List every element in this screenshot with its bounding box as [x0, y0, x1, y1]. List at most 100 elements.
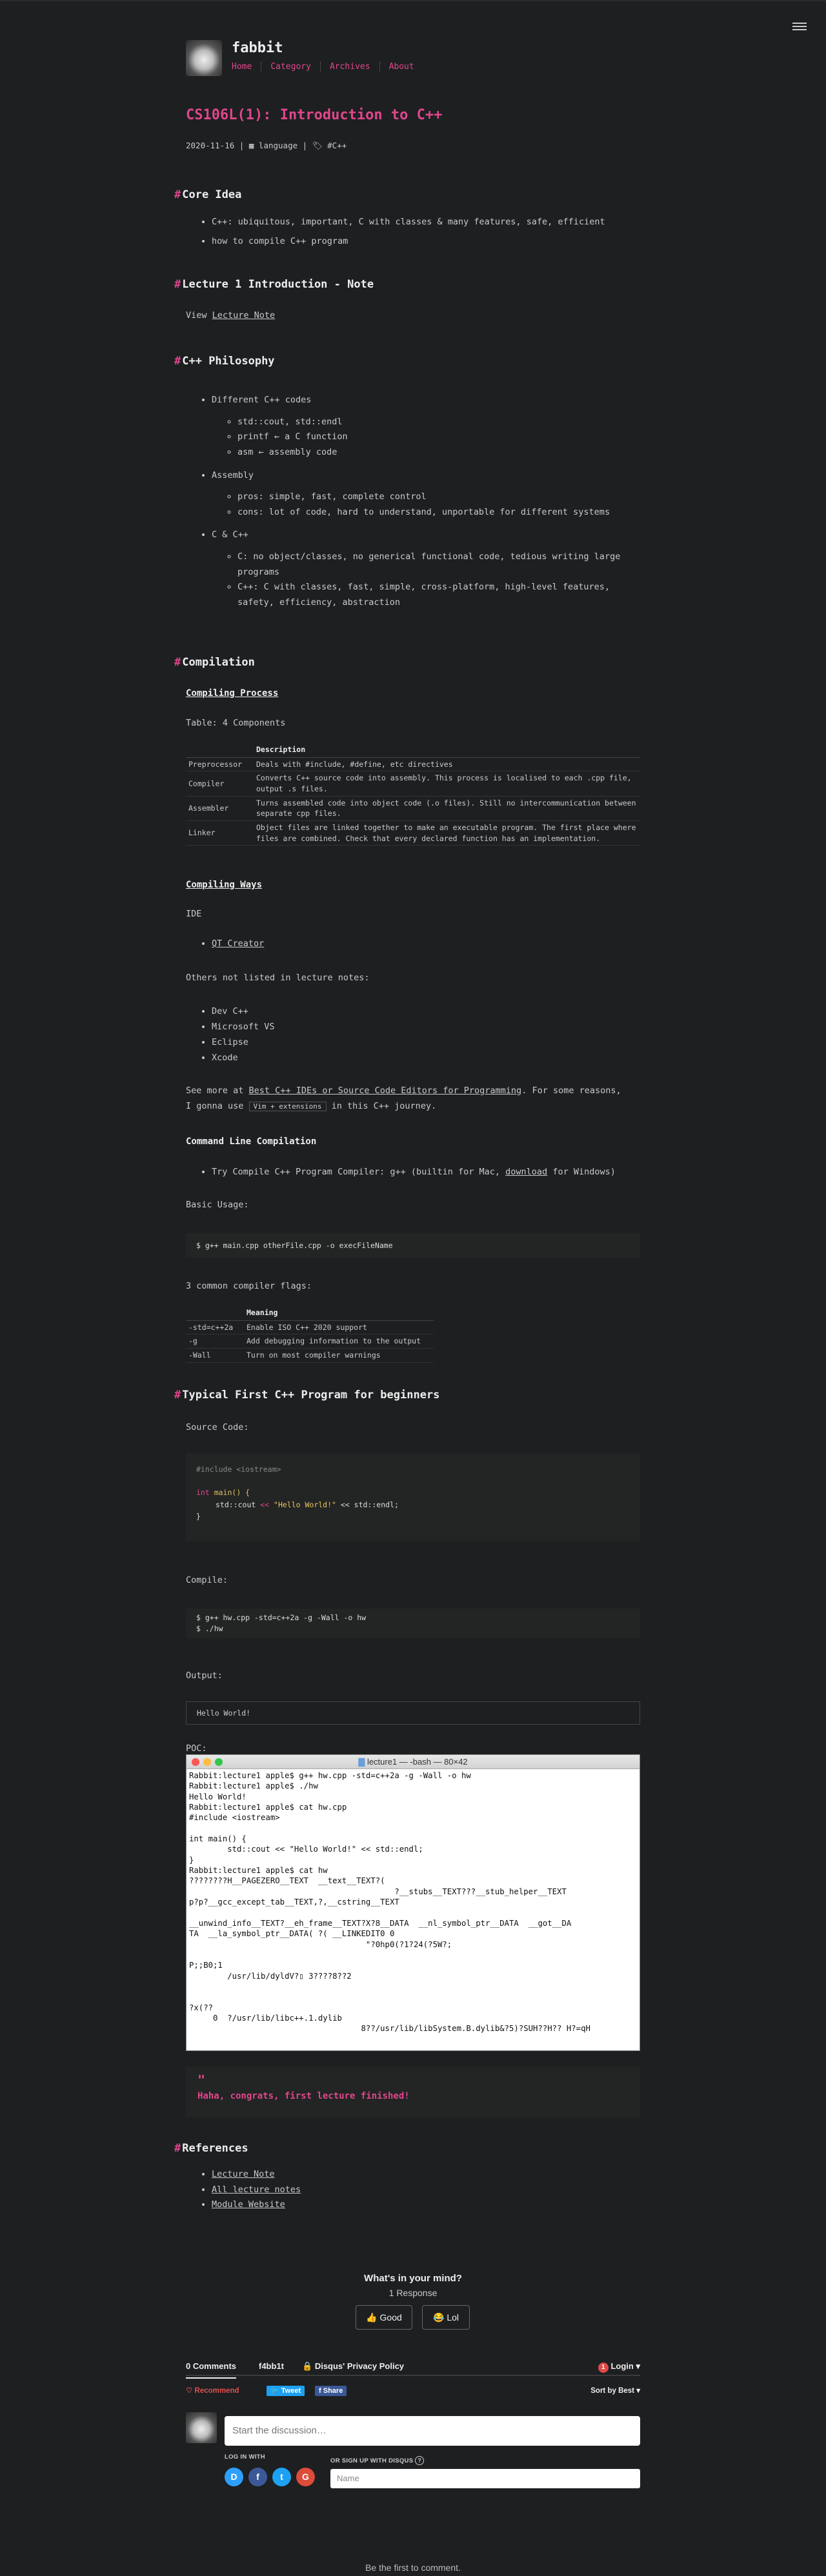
terminal-line: std::cout << "Hello World!" << std::endl…: [189, 1845, 423, 1854]
google-login-icon[interactable]: G: [296, 2468, 315, 2486]
cmdline-heading: Command Line Compilation: [186, 1136, 317, 1147]
anchor-hash[interactable]: #: [174, 1389, 181, 1402]
terminal-title: ▇ lecture1 — -bash — 80×42: [358, 1757, 468, 1767]
tab-comments[interactable]: 0 Comments: [186, 2359, 237, 2379]
meta-separator: |: [302, 141, 312, 150]
anchor-hash[interactable]: #: [174, 188, 181, 201]
terminal-line: Rabbit:lecture1 apple$ cat hw: [189, 1866, 328, 1876]
anchor-hash[interactable]: #: [174, 355, 181, 368]
table-row: -std=c++2a Enable ISO C++ 2020 support: [186, 1320, 434, 1335]
name-field[interactable]: Name: [330, 2469, 640, 2488]
reaction-good-button[interactable]: 👍 Good: [356, 2305, 412, 2330]
flags-caption: 3 common compiler flags:: [186, 1281, 312, 1291]
comment-input[interactable]: Start the discussion…: [225, 2416, 640, 2446]
recommend-button[interactable]: ♡ Recommend: [186, 2385, 239, 2398]
nav-about[interactable]: About: [379, 62, 423, 72]
list-item: printf ← a C function: [237, 430, 640, 445]
inline-code: Vim + extensions: [248, 1101, 327, 1111]
terminal-line: /usr/lib/dyldV?▯ 3????8??2: [189, 1971, 352, 1981]
compiling-ways-heading[interactable]: Compiling Ways: [186, 880, 262, 891]
terminal-line: ?__stubs__TEXT???__stub_helper__TEXT: [189, 1887, 567, 1896]
menu-icon[interactable]: [792, 21, 807, 32]
reactions-question: What's in your mind?: [364, 2273, 462, 2284]
download-link[interactable]: download: [505, 1167, 547, 1177]
tweet-button[interactable]: 🐦 Tweet: [267, 2386, 305, 2396]
disqus-login-icon[interactable]: D: [225, 2468, 243, 2486]
heading-first-program: # Typical First C++ Program for beginners: [174, 1389, 440, 1402]
nav-archives[interactable]: Archives: [319, 62, 379, 72]
qt-creator-link[interactable]: QT Creator: [212, 938, 264, 949]
heading-philosophy: # C++ Philosophy: [174, 355, 275, 368]
best-ides-link[interactable]: Best C++ IDEs or Source Code Editors for…: [249, 1085, 522, 1096]
terminal-line: ?x(??: [189, 2003, 214, 2012]
core-idea-list: C++: ubiquitous, important, C with class…: [186, 215, 605, 253]
anchor-hash[interactable]: #: [174, 2142, 181, 2155]
tab-site[interactable]: f4bb1t: [259, 2359, 284, 2373]
anchor-hash[interactable]: #: [174, 656, 181, 669]
list-item: Lecture Note: [212, 2167, 301, 2183]
compile-label: Compile:: [186, 1575, 228, 1585]
lecture1-view: View Lecture Note: [186, 310, 276, 321]
list-item: C++: C with classes, fast, simple, cross…: [237, 580, 640, 610]
lock-icon: 🔒: [302, 2361, 313, 2371]
table-row: -g Add debugging information to the outpu…: [186, 1334, 434, 1349]
help-icon[interactable]: ?: [415, 2456, 425, 2465]
reference-link[interactable]: All lecture notes: [212, 2185, 301, 2195]
table-cell: Assembler: [186, 796, 254, 822]
list-item: cons: lot of code, hard to understand, u…: [237, 505, 640, 520]
category-icon: ▦: [248, 141, 254, 150]
twitter-login-icon[interactable]: t: [272, 2468, 291, 2486]
post-date: 2020-11-16: [186, 141, 235, 150]
sort-menu[interactable]: Sort by Best ▾: [590, 2385, 640, 2398]
reference-link[interactable]: Lecture Note: [212, 2169, 275, 2179]
terminal-line: "?0hp0(?1?24(?5W?;: [189, 1939, 452, 1949]
code-line: int main() {: [196, 1488, 250, 1498]
list-item: Xcode: [212, 1050, 275, 1065]
table-cell: Compiler: [186, 771, 254, 797]
site-logo[interactable]: [186, 40, 222, 76]
list-item: Dev C++: [212, 1004, 275, 1019]
tag-icon: 🏷: [312, 141, 323, 150]
list-item: C & C++ C: no object/classes, no generic…: [212, 528, 640, 610]
compile-code-block: $ g++ hw.cpp -std=c++2a -g -Wall -o hw $…: [186, 1609, 640, 1638]
terminal-line: 0 ?/usr/lib/libc++.1.dylib: [189, 2013, 342, 2023]
list-item: Assembly pros: simple, fast, complete co…: [212, 468, 640, 520]
facebook-login-icon[interactable]: f: [248, 2468, 267, 2486]
terminal-line: Hello World!: [189, 1792, 247, 1801]
chevron-down-icon: ▾: [636, 2387, 640, 2395]
terminal-line: }: [189, 1855, 194, 1865]
signup-disqus-label: OR SIGN UP WITH DISQUS ?: [330, 2456, 425, 2466]
lecture-note-link[interactable]: Lecture Note: [212, 310, 276, 321]
compiling-process-heading[interactable]: Compiling Process: [186, 688, 278, 699]
chevron-down-icon: ▾: [636, 2361, 640, 2371]
philosophy-list: Different C++ codes std::cout, std::endl…: [186, 393, 640, 619]
table-header: Description: [254, 742, 640, 758]
disqus-section: What's in your mind? 1 Response 👍 Good 😂…: [186, 2265, 640, 2573]
list-item: how to compile C++ program: [212, 234, 605, 250]
empty-comments-text: Be the first to comment.: [365, 2562, 461, 2573]
site-title[interactable]: fabbit: [232, 40, 283, 57]
anchor-hash[interactable]: #: [174, 278, 181, 291]
blockquote: " Haha, congrats, first lecture finished…: [186, 2067, 640, 2117]
reaction-lol-button[interactable]: 😂 Lol: [422, 2305, 470, 2330]
reference-link[interactable]: Module Website: [212, 2199, 285, 2210]
table-row: Compiler Converts C++ source code into as…: [186, 771, 640, 797]
nav-home[interactable]: Home: [232, 62, 261, 72]
heading-lecture1: # Lecture 1 Introduction - Note: [174, 278, 374, 291]
table-cell: Object files are linked together to make…: [254, 820, 640, 846]
post-category[interactable]: language: [259, 141, 297, 150]
cmdline-list: Try Compile C++ Program Compiler: g++ (b…: [186, 1165, 616, 1184]
nav-category[interactable]: Category: [261, 62, 320, 72]
disqus-tabs: 0 Comments f4bb1t 🔒 Disqus' Privacy Poli…: [186, 2359, 640, 2379]
login-menu[interactable]: 1 Login ▾: [598, 2359, 640, 2373]
privacy-link[interactable]: 🔒 Disqus' Privacy Policy: [302, 2359, 404, 2373]
list-item: Microsoft VS: [212, 1019, 275, 1035]
components-table: Description Preprocessor Deals with #incl…: [186, 742, 640, 846]
share-button[interactable]: f Share: [315, 2386, 347, 2396]
top-border: [0, 0, 826, 1]
basic-usage-label: Basic Usage:: [186, 1200, 249, 1210]
post-tag[interactable]: #C++: [327, 141, 347, 150]
